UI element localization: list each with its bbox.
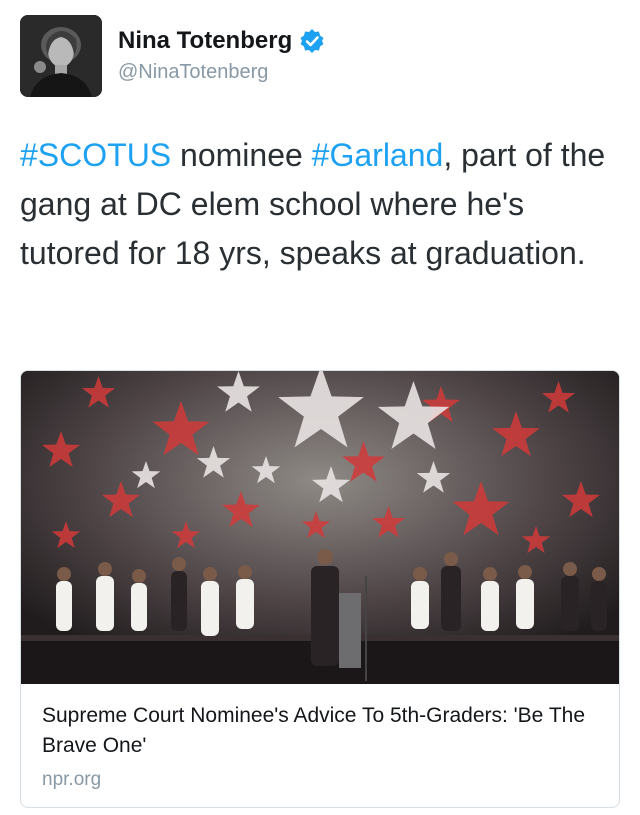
card-domain: npr.org <box>42 769 102 790</box>
hashtag-garland[interactable]: #Garland <box>312 137 444 173</box>
hashtag-scotus[interactable]: #SCOTUS <box>20 137 171 173</box>
tweet-header: Nina Totenberg @NinaTotenberg <box>20 15 620 99</box>
card-image[interactable] <box>21 371 619 684</box>
tweet-text-segment: nominee <box>171 137 312 173</box>
link-card[interactable]: Supreme Court Nominee's Advice To 5th-Gr… <box>20 370 620 808</box>
card-body: Supreme Court Nominee's Advice To 5th-Gr… <box>42 701 598 791</box>
card-title[interactable]: Supreme Court Nominee's Advice To 5th-Gr… <box>42 701 598 761</box>
verified-badge-icon <box>299 28 325 54</box>
author-handle[interactable]: @NinaTotenberg <box>118 61 268 84</box>
author-avatar[interactable] <box>20 15 102 97</box>
profile-photo-icon <box>20 15 102 97</box>
author-name[interactable]: Nina Totenberg <box>118 27 292 55</box>
graduation-stage-photo-icon <box>21 371 619 684</box>
author-name-row: Nina Totenberg <box>118 27 325 55</box>
tweet-text: #SCOTUS nominee #Garland, part of the ga… <box>20 131 620 278</box>
